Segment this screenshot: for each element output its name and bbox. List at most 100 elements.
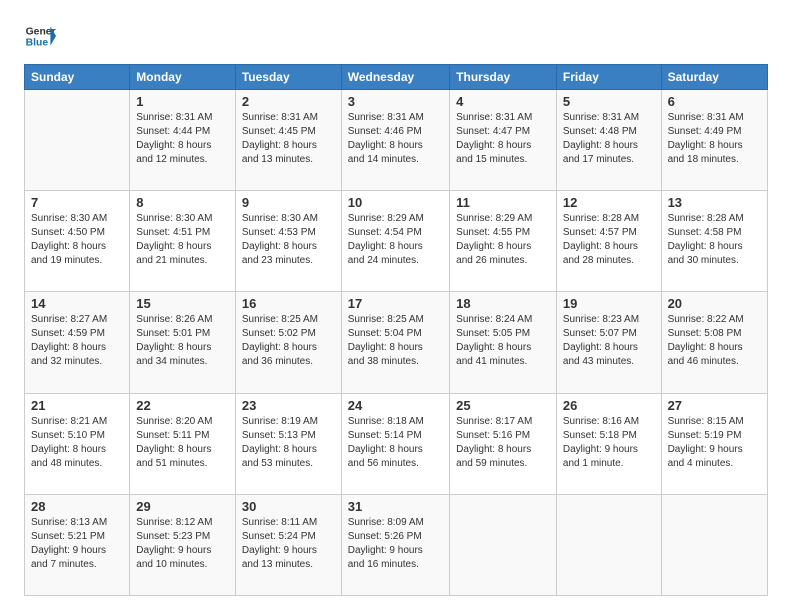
day-number: 7 xyxy=(31,195,123,210)
day-cell: 31 Sunrise: 8:09 AM Sunset: 5:26 PM Dayli… xyxy=(341,494,449,595)
day-cell: 5 Sunrise: 8:31 AM Sunset: 4:48 PM Daylig… xyxy=(556,90,661,191)
weekday-header-wednesday: Wednesday xyxy=(341,65,449,90)
day-number: 29 xyxy=(136,499,229,514)
day-cell: 21 Sunrise: 8:21 AM Sunset: 5:10 PM Dayli… xyxy=(25,393,130,494)
day-cell xyxy=(556,494,661,595)
day-number: 4 xyxy=(456,94,550,109)
day-cell: 1Sunrise: 8:31 AM Sunset: 4:44 PM Daylig… xyxy=(130,90,236,191)
day-cell: 15 Sunrise: 8:26 AM Sunset: 5:01 PM Dayli… xyxy=(130,292,236,393)
day-cell xyxy=(450,494,557,595)
week-row-2: 7 Sunrise: 8:30 AM Sunset: 4:50 PM Daylig… xyxy=(25,191,768,292)
day-cell: 8 Sunrise: 8:30 AM Sunset: 4:51 PM Daylig… xyxy=(130,191,236,292)
day-info: Sunrise: 8:26 AM Sunset: 5:01 PM Dayligh… xyxy=(136,313,229,369)
day-number: 13 xyxy=(668,195,761,210)
day-number: 19 xyxy=(563,296,655,311)
weekday-header-tuesday: Tuesday xyxy=(235,65,341,90)
day-cell: 28 Sunrise: 8:13 AM Sunset: 5:21 PM Dayli… xyxy=(25,494,130,595)
weekday-header-sunday: Sunday xyxy=(25,65,130,90)
day-info: Sunrise: 8:22 AM Sunset: 5:08 PM Dayligh… xyxy=(668,313,761,369)
page: General Blue SundayMondayTuesdayWednesda… xyxy=(0,0,792,612)
day-cell: 27 Sunrise: 8:15 AM Sunset: 5:19 PM Dayli… xyxy=(661,393,767,494)
day-cell: 14Sunrise: 8:27 AM Sunset: 4:59 PM Dayli… xyxy=(25,292,130,393)
day-number: 25 xyxy=(456,398,550,413)
day-number: 30 xyxy=(242,499,335,514)
day-info: Sunrise: 8:16 AM Sunset: 5:18 PM Dayligh… xyxy=(563,415,655,471)
day-cell xyxy=(25,90,130,191)
day-number: 27 xyxy=(668,398,761,413)
day-cell: 17Sunrise: 8:25 AM Sunset: 5:04 PM Dayli… xyxy=(341,292,449,393)
day-cell xyxy=(661,494,767,595)
day-info: Sunrise: 8:28 AM Sunset: 4:58 PM Dayligh… xyxy=(668,212,761,268)
day-cell: 23Sunrise: 8:19 AM Sunset: 5:13 PM Dayli… xyxy=(235,393,341,494)
svg-text:Blue: Blue xyxy=(26,38,49,49)
day-cell: 10 Sunrise: 8:29 AM Sunset: 4:54 PM Dayli… xyxy=(341,191,449,292)
day-cell: 30 Sunrise: 8:11 AM Sunset: 5:24 PM Dayli… xyxy=(235,494,341,595)
day-info: Sunrise: 8:31 AM Sunset: 4:49 PM Dayligh… xyxy=(668,111,761,167)
day-cell: 13 Sunrise: 8:28 AM Sunset: 4:58 PM Dayli… xyxy=(661,191,767,292)
day-number: 11 xyxy=(456,195,550,210)
day-number: 10 xyxy=(348,195,443,210)
day-info: Sunrise: 8:31 AM Sunset: 4:48 PM Dayligh… xyxy=(563,111,655,167)
day-cell: 19 Sunrise: 8:23 AM Sunset: 5:07 PM Dayli… xyxy=(556,292,661,393)
day-number: 9 xyxy=(242,195,335,210)
day-info: Sunrise: 8:21 AM Sunset: 5:10 PM Dayligh… xyxy=(31,415,123,471)
weekday-header-thursday: Thursday xyxy=(450,65,557,90)
weekday-header-friday: Friday xyxy=(556,65,661,90)
day-info: Sunrise: 8:27 AM Sunset: 4:59 PM Dayligh… xyxy=(31,313,123,369)
day-info: Sunrise: 8:13 AM Sunset: 5:21 PM Dayligh… xyxy=(31,516,123,572)
day-cell: 9 Sunrise: 8:30 AM Sunset: 4:53 PM Daylig… xyxy=(235,191,341,292)
day-cell: 6Sunrise: 8:31 AM Sunset: 4:49 PM Daylig… xyxy=(661,90,767,191)
day-number: 5 xyxy=(563,94,655,109)
day-cell: 4 Sunrise: 8:31 AM Sunset: 4:47 PM Daylig… xyxy=(450,90,557,191)
day-info: Sunrise: 8:31 AM Sunset: 4:46 PM Dayligh… xyxy=(348,111,443,167)
day-info: Sunrise: 8:24 AM Sunset: 5:05 PM Dayligh… xyxy=(456,313,550,369)
weekday-header-monday: Monday xyxy=(130,65,236,90)
day-number: 3 xyxy=(348,94,443,109)
day-info: Sunrise: 8:18 AM Sunset: 5:14 PM Dayligh… xyxy=(348,415,443,471)
day-info: Sunrise: 8:15 AM Sunset: 5:19 PM Dayligh… xyxy=(668,415,761,471)
day-cell: 29 Sunrise: 8:12 AM Sunset: 5:23 PM Dayli… xyxy=(130,494,236,595)
day-info: Sunrise: 8:17 AM Sunset: 5:16 PM Dayligh… xyxy=(456,415,550,471)
day-number: 1 xyxy=(136,94,229,109)
day-number: 16 xyxy=(242,296,335,311)
day-number: 31 xyxy=(348,499,443,514)
day-number: 28 xyxy=(31,499,123,514)
week-row-5: 28 Sunrise: 8:13 AM Sunset: 5:21 PM Dayli… xyxy=(25,494,768,595)
day-number: 17 xyxy=(348,296,443,311)
day-cell: 7 Sunrise: 8:30 AM Sunset: 4:50 PM Daylig… xyxy=(25,191,130,292)
day-cell: 11 Sunrise: 8:29 AM Sunset: 4:55 PM Dayli… xyxy=(450,191,557,292)
day-info: Sunrise: 8:11 AM Sunset: 5:24 PM Dayligh… xyxy=(242,516,335,572)
logo-icon: General Blue xyxy=(24,20,56,52)
day-cell: 18Sunrise: 8:24 AM Sunset: 5:05 PM Dayli… xyxy=(450,292,557,393)
day-info: Sunrise: 8:31 AM Sunset: 4:47 PM Dayligh… xyxy=(456,111,550,167)
logo: General Blue xyxy=(24,20,56,52)
day-info: Sunrise: 8:28 AM Sunset: 4:57 PM Dayligh… xyxy=(563,212,655,268)
day-info: Sunrise: 8:25 AM Sunset: 5:02 PM Dayligh… xyxy=(242,313,335,369)
day-number: 24 xyxy=(348,398,443,413)
day-cell: 26 Sunrise: 8:16 AM Sunset: 5:18 PM Dayli… xyxy=(556,393,661,494)
day-info: Sunrise: 8:30 AM Sunset: 4:53 PM Dayligh… xyxy=(242,212,335,268)
day-number: 26 xyxy=(563,398,655,413)
day-info: Sunrise: 8:30 AM Sunset: 4:51 PM Dayligh… xyxy=(136,212,229,268)
week-row-1: 1Sunrise: 8:31 AM Sunset: 4:44 PM Daylig… xyxy=(25,90,768,191)
day-number: 22 xyxy=(136,398,229,413)
calendar-table: SundayMondayTuesdayWednesdayThursdayFrid… xyxy=(24,64,768,596)
day-cell: 25 Sunrise: 8:17 AM Sunset: 5:16 PM Dayli… xyxy=(450,393,557,494)
day-number: 21 xyxy=(31,398,123,413)
day-number: 20 xyxy=(668,296,761,311)
week-row-3: 14Sunrise: 8:27 AM Sunset: 4:59 PM Dayli… xyxy=(25,292,768,393)
day-info: Sunrise: 8:30 AM Sunset: 4:50 PM Dayligh… xyxy=(31,212,123,268)
day-info: Sunrise: 8:29 AM Sunset: 4:55 PM Dayligh… xyxy=(456,212,550,268)
day-info: Sunrise: 8:29 AM Sunset: 4:54 PM Dayligh… xyxy=(348,212,443,268)
day-number: 15 xyxy=(136,296,229,311)
day-cell: 24 Sunrise: 8:18 AM Sunset: 5:14 PM Dayli… xyxy=(341,393,449,494)
week-row-4: 21 Sunrise: 8:21 AM Sunset: 5:10 PM Dayli… xyxy=(25,393,768,494)
day-info: Sunrise: 8:09 AM Sunset: 5:26 PM Dayligh… xyxy=(348,516,443,572)
day-number: 12 xyxy=(563,195,655,210)
day-cell: 12 Sunrise: 8:28 AM Sunset: 4:57 PM Dayli… xyxy=(556,191,661,292)
day-info: Sunrise: 8:31 AM Sunset: 4:45 PM Dayligh… xyxy=(242,111,335,167)
weekday-header-row: SundayMondayTuesdayWednesdayThursdayFrid… xyxy=(25,65,768,90)
day-number: 8 xyxy=(136,195,229,210)
day-info: Sunrise: 8:23 AM Sunset: 5:07 PM Dayligh… xyxy=(563,313,655,369)
day-info: Sunrise: 8:12 AM Sunset: 5:23 PM Dayligh… xyxy=(136,516,229,572)
